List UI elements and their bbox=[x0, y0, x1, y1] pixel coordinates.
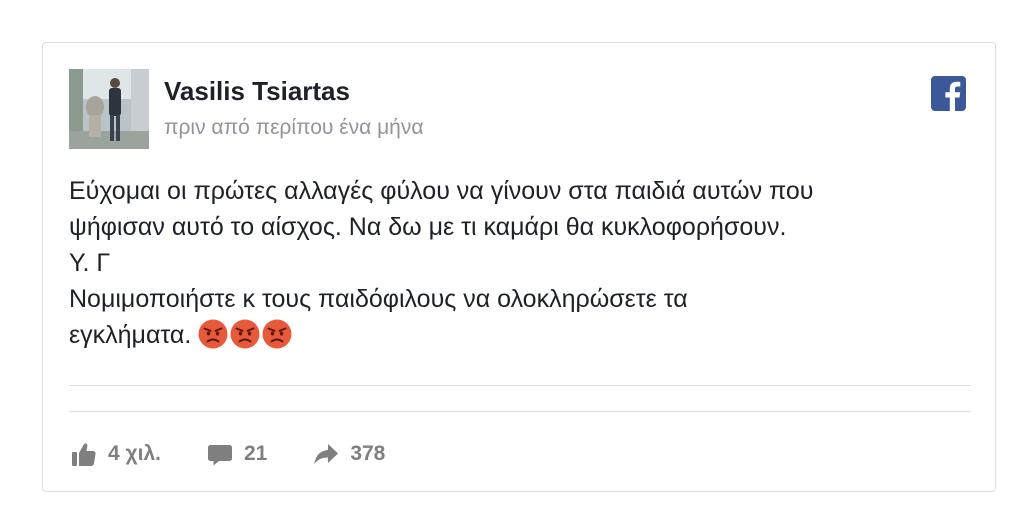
post-line: εγκλήματα. bbox=[69, 321, 192, 349]
post-last-line: εγκλήματα. bbox=[69, 317, 969, 353]
post-line: Νομιμοποιήστε κ τους παιδόφιλους να ολοκ… bbox=[69, 285, 688, 313]
share-arrow-icon bbox=[314, 444, 339, 464]
avatar-photo-icon bbox=[69, 69, 149, 149]
like-stat[interactable]: 4 χιλ. bbox=[71, 441, 161, 467]
divider bbox=[69, 411, 971, 412]
angry-face-emoji-icon bbox=[230, 319, 260, 349]
facebook-icon[interactable] bbox=[931, 76, 966, 111]
post-line: Υ. Γ bbox=[69, 249, 111, 277]
comment-count: 21 bbox=[243, 442, 268, 465]
author-avatar[interactable] bbox=[69, 69, 149, 149]
angry-face-emoji-icon bbox=[262, 319, 292, 349]
post-timestamp[interactable]: πριν από περίπου ένα μήνα bbox=[164, 116, 424, 140]
facebook-post-card: Vasilis Tsiartas πριν από περίπου ένα μή… bbox=[42, 42, 996, 492]
engagement-stats: 4 χιλ. 21 378 bbox=[71, 439, 431, 469]
share-stat[interactable]: 378 bbox=[313, 441, 385, 467]
post-line: ψήφισαν αυτό το αίσχος. Να δω με τι καμά… bbox=[69, 213, 787, 241]
comment-bubble-icon bbox=[207, 445, 232, 466]
comment-stat[interactable]: 21 bbox=[207, 441, 267, 467]
share-count: 378 bbox=[350, 442, 386, 465]
divider bbox=[69, 385, 971, 386]
post-line: Εύχομαι οι πρώτες αλλαγές φύλου να γίνου… bbox=[69, 177, 814, 205]
like-count: 4 χιλ. bbox=[108, 442, 161, 465]
thumbs-up-icon bbox=[72, 443, 96, 466]
post-message: Εύχομαι οι πρώτες αλλαγές φύλου να γίνου… bbox=[69, 173, 969, 353]
author-name[interactable]: Vasilis Tsiartas bbox=[164, 76, 350, 107]
angry-face-emoji-icon bbox=[198, 319, 228, 349]
